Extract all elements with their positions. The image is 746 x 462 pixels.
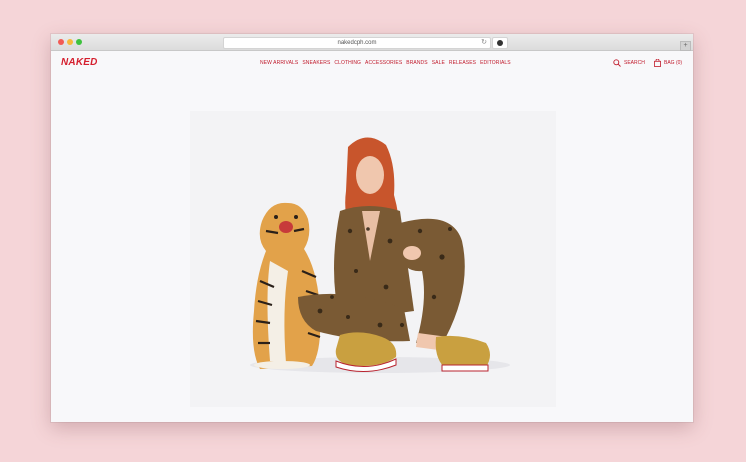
nav-clothing[interactable]: CLOTHING [334, 60, 361, 66]
bag-button[interactable]: BAG (0) [654, 59, 682, 67]
url-text: nakedcph.com [337, 40, 377, 46]
bag-label: BAG (0) [664, 60, 683, 66]
bag-icon [654, 59, 661, 67]
browser-titlebar: nakedcph.com ↻ + [51, 34, 693, 51]
nav-new-arrivals[interactable]: NEW ARRIVALS [260, 60, 298, 66]
new-tab-button[interactable]: + [680, 41, 691, 51]
download-button[interactable] [492, 37, 508, 49]
search-label: SEARCH [624, 60, 645, 66]
nav-releases[interactable]: RELEASES [449, 60, 476, 66]
site-logo[interactable]: NAKED [61, 57, 98, 68]
close-window-button[interactable] [58, 39, 64, 45]
nav-sneakers[interactable]: SNEAKERS [302, 60, 330, 66]
address-bar[interactable]: nakedcph.com ↻ [223, 37, 491, 49]
minimize-window-button[interactable] [67, 39, 73, 45]
search-icon [613, 59, 621, 67]
nav-accessories[interactable]: ACCESSORIES [365, 60, 402, 66]
browser-window: nakedcph.com ↻ + NAKED NEW ARRIVALS SNEA… [51, 34, 693, 422]
site-header: NAKED NEW ARRIVALS SNEAKERS CLOTHING ACC… [51, 51, 693, 77]
hero-image[interactable] [190, 111, 556, 407]
editorial-photo [250, 137, 510, 373]
tiger-statue [252, 202, 321, 369]
main-nav: NEW ARRIVALS SNEAKERS CLOTHING ACCESSORI… [260, 60, 511, 66]
reload-icon[interactable]: ↻ [481, 38, 487, 48]
zoom-window-button[interactable] [76, 39, 82, 45]
nav-sale[interactable]: SALE [432, 60, 445, 66]
model-figure [298, 137, 490, 372]
search-button[interactable]: SEARCH [613, 59, 645, 67]
nav-brands[interactable]: BRANDS [406, 60, 427, 66]
nav-editorials[interactable]: EDITORIALS [480, 60, 511, 66]
download-icon [497, 40, 503, 46]
